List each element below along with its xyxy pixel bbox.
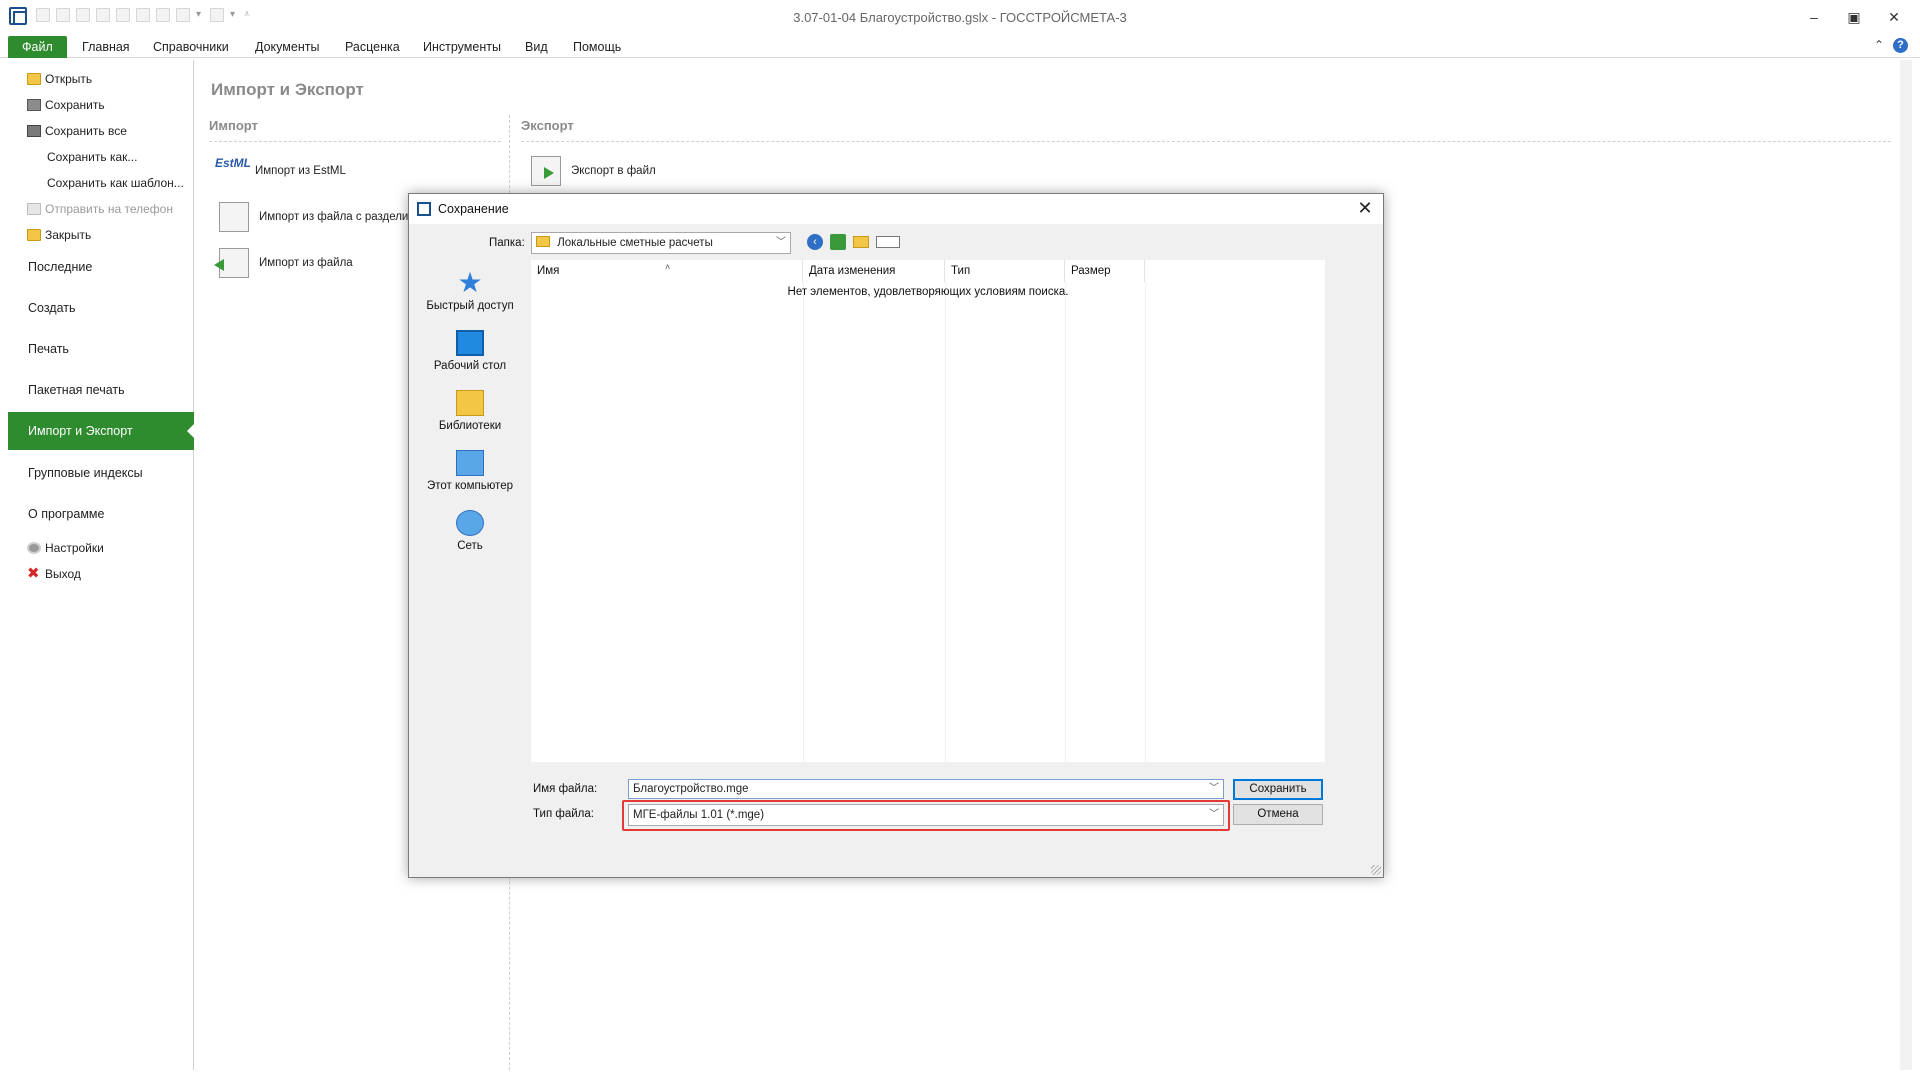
import-divider <box>209 141 501 142</box>
close-window-button[interactable]: ✕ <box>1874 6 1914 28</box>
tab-tools[interactable]: Инструменты <box>409 36 515 58</box>
tab-home[interactable]: Главная <box>68 36 144 58</box>
column-header-type[interactable]: Тип <box>945 260 1065 282</box>
nav-open[interactable]: Открыть <box>27 72 92 86</box>
nav-recent[interactable]: Последние <box>28 260 92 274</box>
dialog-title-bar: Сохранение ✕ <box>409 194 1383 224</box>
collapse-ribbon-icon[interactable]: ⌃ <box>1874 38 1884 52</box>
export-section-title: Экспорт <box>521 118 574 133</box>
filename-input[interactable]: Благоустройство.mge ﹀ <box>628 779 1224 799</box>
nav-save[interactable]: Сохранить <box>27 98 105 112</box>
dialog-app-icon <box>417 202 431 216</box>
dialog-close-button[interactable]: ✕ <box>1355 198 1375 218</box>
column-divider <box>1065 282 1066 762</box>
place-libraries[interactable]: Библиотеки <box>417 390 523 432</box>
cancel-button[interactable]: Отмена <box>1233 804 1323 825</box>
import-section-title: Импорт <box>209 118 258 133</box>
back-icon[interactable]: ‹ <box>807 234 823 250</box>
nav-close[interactable]: Закрыть <box>27 228 91 242</box>
tab-rates[interactable]: Расценка <box>331 36 414 58</box>
place-this-pc[interactable]: Этот компьютер <box>417 450 523 492</box>
backstage-nav: Открыть Сохранить Сохранить все Сохранит… <box>8 60 195 1070</box>
estml-icon: EstML <box>215 156 251 170</box>
empty-list-message: Нет элементов, удовлетворяющих условиям … <box>787 286 1069 298</box>
nav-exit[interactable]: ✖ Выход <box>27 565 81 582</box>
import-file-icon <box>214 248 249 278</box>
column-header-date[interactable]: Дата изменения <box>803 260 945 282</box>
import-estml-command[interactable]: EstML Импорт из EstML <box>215 156 346 186</box>
minimize-button[interactable]: – <box>1794 6 1834 28</box>
export-file-command[interactable]: Экспорт в файл <box>527 156 656 186</box>
vertical-scrollbar[interactable] <box>1900 60 1912 1070</box>
tab-documents[interactable]: Документы <box>241 36 333 58</box>
places-bar: ★ Быстрый доступ Рабочий стол Библиотеки… <box>417 260 523 820</box>
folder-select[interactable]: Локальные сметные расчеты ﹀ <box>531 232 791 254</box>
save-all-icon <box>27 125 41 137</box>
folder-icon <box>27 73 41 85</box>
folder-label: Папка: <box>489 237 525 249</box>
chevron-down-icon: ﹀ <box>1209 809 1219 820</box>
star-icon: ★ <box>457 267 483 298</box>
tab-help[interactable]: Помощь <box>559 36 635 58</box>
place-quick-access[interactable]: ★ Быстрый доступ <box>417 267 523 313</box>
file-list[interactable]: ˄ Имя Дата изменения Тип Размер Нет элем… <box>531 260 1325 762</box>
nav-group-indexes[interactable]: Групповые индексы <box>28 466 143 480</box>
nav-save-as-template[interactable]: Сохранить как шаблон... <box>47 176 184 190</box>
close-folder-icon <box>27 229 41 241</box>
dialog-title: Сохранение <box>438 202 509 216</box>
nav-import-export[interactable]: Импорт и Экспорт <box>8 412 195 450</box>
export-divider <box>521 141 1891 142</box>
nav-settings[interactable]: Настройки <box>27 541 104 555</box>
column-header-size[interactable]: Размер <box>1065 260 1145 282</box>
nav-save-all[interactable]: Сохранить все <box>27 124 127 138</box>
exit-icon: ✖ <box>27 565 40 582</box>
import-file-command[interactable]: Импорт из файла <box>214 248 353 278</box>
desktop-icon <box>456 330 484 356</box>
resize-grip[interactable] <box>1371 865 1381 875</box>
sort-ascending-icon: ˄ <box>665 262 671 272</box>
nav-batch-print[interactable]: Пакетная печать <box>28 383 125 397</box>
nav-about[interactable]: О программе <box>28 507 104 521</box>
document-icon <box>219 202 249 232</box>
phone-icon <box>27 203 41 215</box>
save-icon <box>27 99 41 111</box>
nav-save-as[interactable]: Сохранить как... <box>47 150 137 164</box>
save-dialog: Сохранение ✕ Папка: Локальные сметные ра… <box>408 193 1384 878</box>
ribbon-tabs: Файл Главная Справочники Документы Расце… <box>0 34 1920 58</box>
folder-icon <box>536 236 550 247</box>
column-divider <box>1145 282 1146 762</box>
nav-send-to-phone: Отправить на телефон <box>27 202 173 216</box>
computer-icon <box>456 450 484 476</box>
tab-file[interactable]: Файл <box>8 36 67 58</box>
chevron-down-icon[interactable]: ﹀ <box>1209 780 1219 798</box>
column-header-name[interactable]: ˄ Имя <box>531 260 803 282</box>
place-desktop[interactable]: Рабочий стол <box>417 330 523 372</box>
maximize-button[interactable]: ▣ <box>1834 6 1874 28</box>
export-file-icon <box>531 156 561 186</box>
new-folder-icon[interactable] <box>853 236 869 248</box>
save-button[interactable]: Сохранить <box>1233 779 1323 800</box>
window-title: 3.07-01-04 Благоустройство.gslx - ГОССТР… <box>793 10 1127 25</box>
gear-icon <box>27 542 41 554</box>
nav-create[interactable]: Создать <box>28 301 76 315</box>
filename-label: Имя файла: <box>533 783 598 795</box>
nav-print[interactable]: Печать <box>28 342 69 356</box>
chevron-down-icon: ﹀ <box>776 237 786 248</box>
column-divider <box>945 282 946 762</box>
filetype-label: Тип файла: <box>533 808 594 820</box>
view-menu-icon[interactable] <box>876 236 900 248</box>
up-folder-icon[interactable] <box>830 234 846 250</box>
libraries-icon <box>456 390 484 416</box>
import-delimited-command[interactable]: Импорт из файла с разделите <box>215 202 420 232</box>
place-network[interactable]: Сеть <box>417 510 523 552</box>
tab-view[interactable]: Вид <box>511 36 562 58</box>
filetype-select[interactable]: МГЕ-файлы 1.01 (*.mge) ﹀ <box>628 804 1224 826</box>
network-icon <box>456 510 484 536</box>
column-divider <box>803 282 804 762</box>
help-icon[interactable]: ? <box>1893 38 1908 53</box>
page-title: Импорт и Экспорт <box>211 80 364 99</box>
title-bar: ▾ ▾ ⩡ 3.07-01-04 Благоустройство.gslx - … <box>0 0 1920 34</box>
tab-references[interactable]: Справочники <box>139 36 243 58</box>
